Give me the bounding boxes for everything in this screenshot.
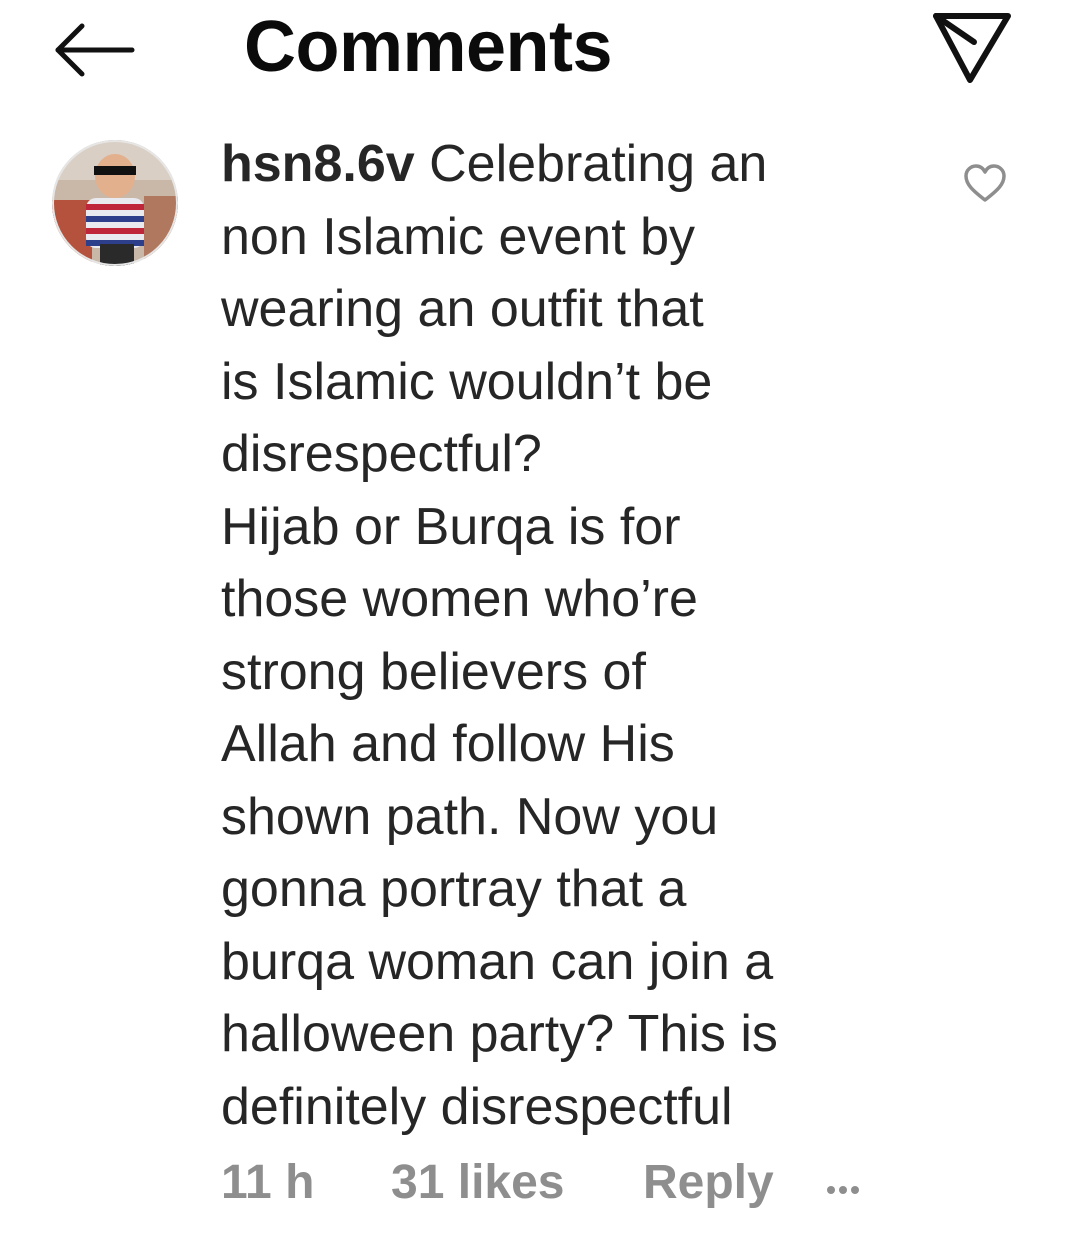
top-bar: Comments [0, 0, 1075, 110]
comment-username[interactable]: hsn8.6v [221, 135, 415, 193]
page-title: Comments [244, 7, 613, 87]
like-button[interactable] [962, 162, 1008, 204]
send-direct-icon [933, 13, 1011, 83]
more-dots-icon [827, 1186, 859, 1194]
comment-message: Celebrating an non Islamic event by wear… [221, 135, 778, 1136]
comment-text: hsn8.6v Celebrating an non Islamic event… [221, 128, 911, 1143]
back-button[interactable] [50, 20, 140, 80]
comment-timestamp: 11 h [221, 1156, 315, 1209]
heart-outline-icon [964, 164, 1006, 202]
profile-photo-icon [52, 140, 178, 266]
arrow-left-icon [55, 23, 135, 77]
send-button[interactable] [930, 10, 1014, 86]
more-options-button[interactable] [825, 1180, 861, 1200]
avatar[interactable] [52, 140, 178, 266]
comment-item: hsn8.6v Celebrating an non Islamic event… [0, 120, 1075, 1235]
likes-count[interactable]: 31 likes [391, 1155, 564, 1210]
reply-button[interactable]: Reply [643, 1155, 774, 1210]
